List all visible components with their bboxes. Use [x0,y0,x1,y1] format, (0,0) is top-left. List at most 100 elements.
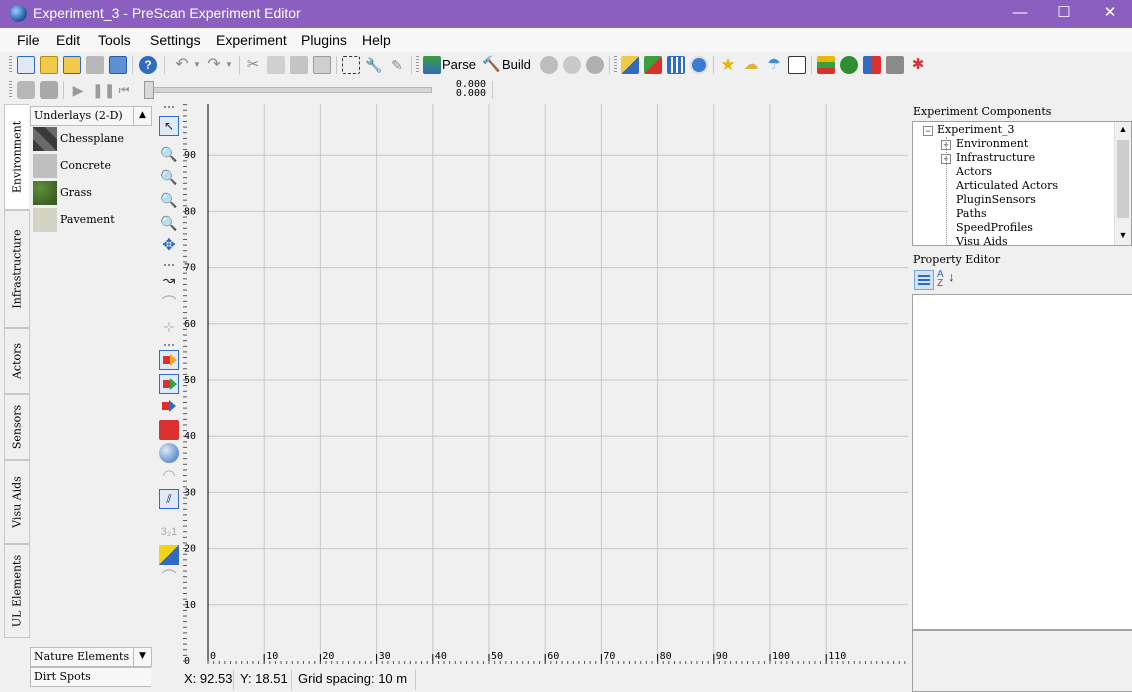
dirt-spots-section-header[interactable]: Dirt Spots [30,667,151,687]
save-as-icon[interactable] [109,56,127,74]
menu-help[interactable]: Help [362,32,391,48]
tree-node-paths[interactable]: Paths [956,207,987,220]
scene-time-slider-thumb[interactable] [144,81,154,99]
tree-node-infrastructure[interactable]: Infrastructure [956,151,1035,164]
menu-file[interactable]: File [17,32,40,48]
redo-icon[interactable]: ↷ [205,56,223,74]
play-icon[interactable]: ▶ [69,81,87,99]
tab-actors[interactable]: Actors [4,328,30,394]
tree-node-plugin-sensors[interactable]: PluginSensors [956,193,1036,206]
sensor-placement-icon[interactable] [159,350,179,370]
menu-tools[interactable]: Tools [98,32,131,48]
numbering-icon[interactable]: 3₂1 [159,522,179,542]
calendar-icon[interactable] [667,56,685,74]
globe-green-icon[interactable] [840,56,858,74]
minimize-button[interactable]: — [997,0,1043,28]
tree-scrollbar[interactable]: ▲ ▼ [1114,122,1131,245]
pan-move-icon[interactable]: ✥ [159,236,179,256]
scrollbar-thumb[interactable] [1117,140,1129,218]
open-folder-icon[interactable] [40,56,58,74]
tab-sensors[interactable]: Sensors [4,394,30,460]
parse-icon[interactable] [423,56,441,74]
underlay-item-concrete[interactable]: Concrete [30,153,150,179]
delete-icon[interactable] [313,56,331,74]
experiment-components-tree[interactable]: − Experiment_3 + Environment + Infrastru… [912,121,1132,246]
menu-settings[interactable]: Settings [150,32,201,48]
menu-experiment[interactable]: Experiment [216,32,287,48]
tab-environment[interactable]: Environment [4,104,29,210]
wrench-icon[interactable]: 🔧 [365,56,383,74]
tree-node-actors[interactable]: Actors [956,165,992,178]
redo-dropdown-icon[interactable]: ▼ [225,56,233,74]
pencil-icon[interactable]: ✎ [388,56,406,74]
pointer-select-icon[interactable]: ↖ [159,116,179,136]
menu-plugins[interactable]: Plugins [301,32,347,48]
tree-node-environment[interactable]: Environment [956,137,1028,150]
traffic-light-icon[interactable] [817,56,835,74]
draw-path-icon[interactable]: ↝ [159,271,179,291]
road-tool-icon[interactable] [621,56,639,74]
camera-sensor-icon[interactable] [159,397,179,417]
measure-tool-icon[interactable]: ⫽ [159,489,179,509]
new-experiment-icon[interactable] [17,56,35,74]
rewind-icon[interactable]: ⏮ [115,81,133,99]
toolbar-grip[interactable] [9,56,12,74]
pause-icon[interactable]: ❚❚ [92,81,115,99]
node-edit-icon[interactable]: ⊹ [159,317,179,337]
color-fill-icon[interactable] [159,545,179,565]
debug-bug-icon[interactable]: ✱ [909,56,927,74]
graph-icon[interactable] [788,56,806,74]
property-grid[interactable] [912,294,1132,630]
underlays-section-header[interactable]: Underlays (2-D) ▲ [30,106,152,126]
tree-node-visu-aids[interactable]: Visu Aids [956,235,1008,245]
grid-view[interactable]: 9080706050403020100 0 10 20 30 40 50 60 70 80 90 1… [183,104,908,668]
underlay-item-chessplane[interactable]: Chessplane [30,126,150,152]
collapse-up-icon[interactable]: ▲ [133,107,151,125]
build-hammer-icon[interactable]: 🔨 [482,56,501,74]
scroll-up-icon[interactable]: ▲ [1117,124,1129,134]
tools-grip[interactable] [164,106,174,108]
alphabetical-sort-icon[interactable]: A Z ↓ [937,270,957,290]
zoom-extents-icon[interactable]: 🔍 [159,213,179,233]
beacon-icon[interactable] [159,443,179,463]
tree-root-node[interactable]: Experiment_3 [937,123,1015,136]
rain-icon[interactable]: ☂ [765,56,783,74]
experiment-canvas[interactable]: 90 80 70 60 50 40 30 20 10 0 0 10 20 30 40 50 60 70 80 90 1… [183,104,908,668]
arc-tool-icon[interactable]: ◠ [159,466,179,486]
undo-icon[interactable]: ↶ [173,56,191,74]
open-recent-icon[interactable] [63,56,81,74]
export-icon[interactable] [886,56,904,74]
parse-button[interactable]: Parse [442,57,476,72]
select-all-icon[interactable] [342,56,360,74]
tab-visu-aids[interactable]: Visu Aids [4,460,30,544]
menu-edit[interactable]: Edit [56,32,80,48]
tree-node-speed-profiles[interactable]: SpeedProfiles [956,221,1033,234]
underlay-item-grass[interactable]: Grass [30,180,150,206]
vehicle-icon[interactable] [863,56,881,74]
sensor-beam-icon[interactable] [159,374,179,394]
lidar-sensor-icon[interactable] [159,420,179,440]
sphere-half-icon[interactable] [586,56,604,74]
zoom-window-icon[interactable]: 🔍 [159,144,179,164]
save-icon[interactable] [86,56,104,74]
bend-road-icon[interactable]: ⌒ [159,568,179,588]
nature-elements-section-header[interactable]: Nature Elements ▼ [30,647,152,667]
close-button[interactable]: ✕ [1087,0,1132,28]
weather-icon[interactable]: ☁ [742,56,760,74]
paste-icon[interactable] [290,56,308,74]
tree-collapse-icon[interactable]: − [923,126,933,136]
undo-dropdown-icon[interactable]: ▼ [193,56,201,74]
camera-next-icon[interactable] [40,81,58,99]
compass-icon[interactable] [690,56,708,74]
tab-ul-elements[interactable]: UL Elements [4,544,30,638]
tree-node-articulated-actors[interactable]: Articulated Actors [956,179,1058,192]
zoom-in-icon[interactable]: 🔍 [159,167,179,187]
regenerate-icon[interactable] [540,56,558,74]
build-button[interactable]: Build [502,57,531,72]
cut-icon[interactable]: ✂ [244,56,262,74]
sphere-icon[interactable] [563,56,581,74]
scroll-down-icon[interactable]: ▼ [1117,230,1129,240]
maximize-button[interactable]: ☐ [1041,0,1087,28]
curve-path-icon[interactable]: ⌒ [159,294,179,314]
underlay-item-pavement[interactable]: Pavement [30,207,150,233]
